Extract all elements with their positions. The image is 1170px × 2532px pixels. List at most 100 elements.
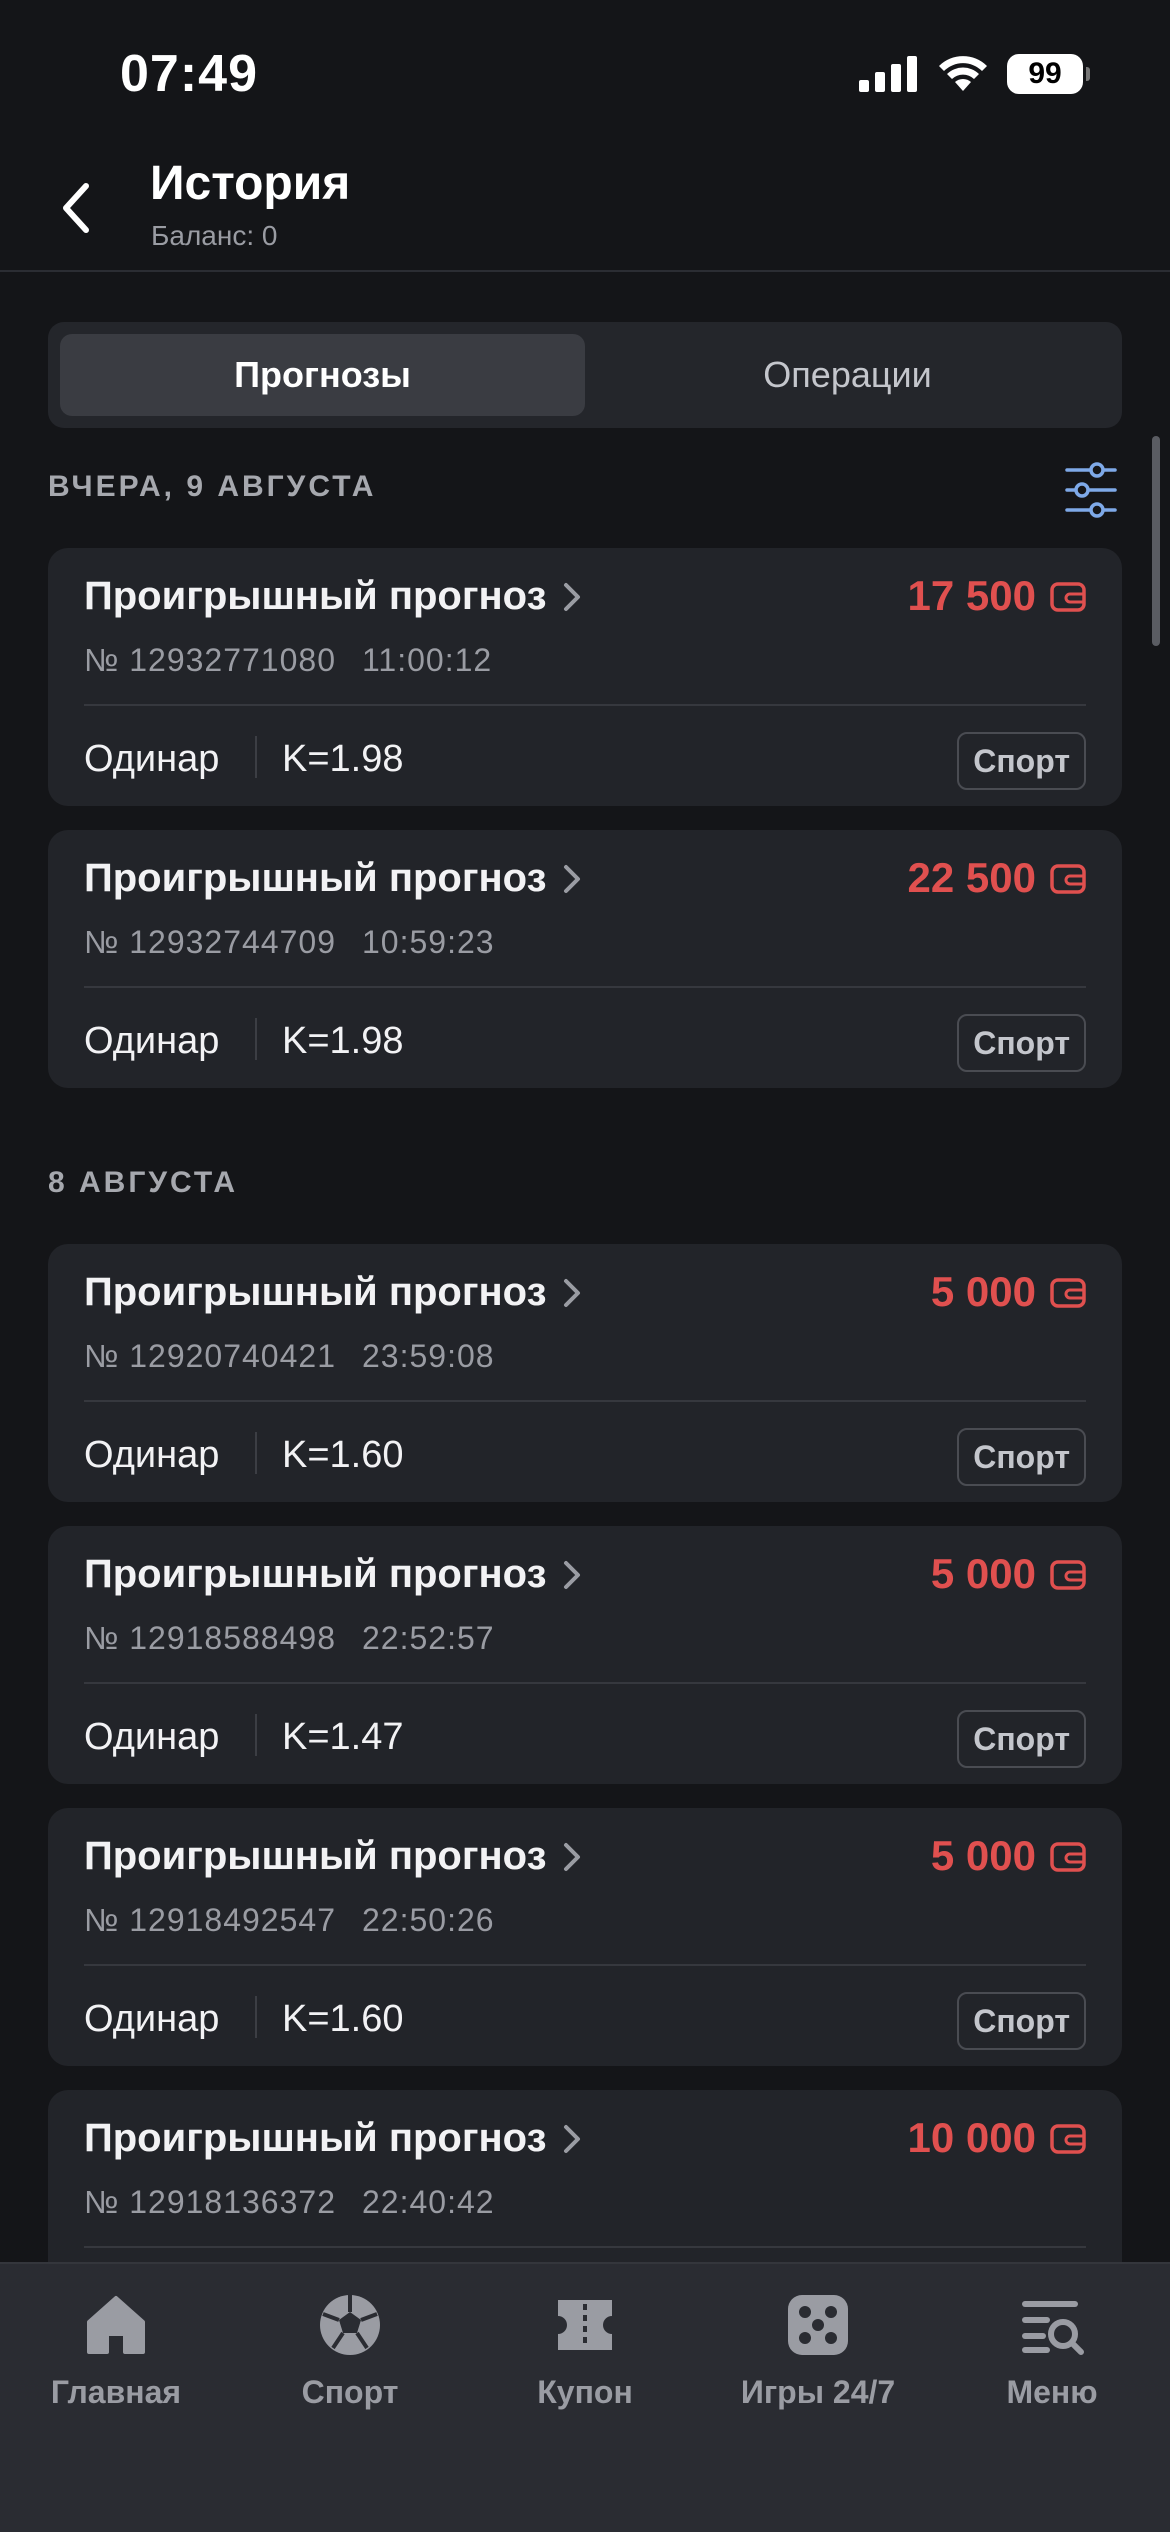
chevron-right-icon	[564, 1560, 581, 1589]
bet-time: 22:40:42	[361, 2184, 495, 2220]
nav-item-coupon[interactable]: Купон	[485, 2290, 685, 2411]
section-date-header: ВЧЕРА, 9 АВГУСТА	[48, 470, 377, 503]
wallet-icon	[1050, 2124, 1086, 2154]
status-bar: 07:49 99	[0, 0, 1170, 140]
bet-amount-value: 22 500	[907, 854, 1036, 901]
back-button[interactable]	[50, 176, 106, 240]
bet-type: Одинар	[84, 1716, 220, 1758]
bet-title: Проигрышный прогноз	[84, 856, 584, 901]
nav-label: Купон	[537, 2374, 633, 2410]
bet-title-text: Проигрышный прогноз	[84, 1270, 547, 1314]
nav-item-home[interactable]: Главная	[16, 2290, 216, 2411]
divider	[84, 1682, 1086, 1684]
bet-card[interactable]: Проигрышный прогноз 5 000 № 12918588498 2…	[48, 1526, 1122, 1784]
separator	[255, 1714, 257, 1756]
chevron-left-icon	[63, 183, 89, 233]
wallet-icon	[1050, 1842, 1086, 1872]
bet-meta: № 12932744709 10:59:23	[84, 924, 495, 961]
wallet-icon	[1050, 582, 1086, 612]
balance-label: Баланс: 0	[151, 220, 278, 251]
separator	[255, 1432, 257, 1474]
bet-amount-value: 5 000	[930, 1268, 1036, 1315]
soccer-ball-icon	[320, 2295, 380, 2355]
bet-amount-value: 10 000	[907, 2114, 1036, 2161]
bet-title-text: Проигрышный прогноз	[84, 1834, 547, 1878]
nav-item-menu[interactable]: Меню	[952, 2290, 1152, 2411]
bet-time: 23:59:08	[361, 1338, 495, 1374]
bet-meta: № 12918588498 22:52:57	[84, 1620, 495, 1657]
bet-number: № 12932744709	[84, 924, 336, 960]
nav-label: Меню	[1006, 2374, 1098, 2410]
nav-item-sport[interactable]: Спорт	[250, 2290, 450, 2411]
bet-amount: 5 000	[931, 1550, 1086, 1598]
bet-title: Проигрышный прогноз	[84, 1834, 584, 1879]
category-badge: Спорт	[957, 1992, 1086, 2050]
divider	[84, 1964, 1086, 1966]
category-badge: Спорт	[957, 1014, 1086, 1072]
tabs: Прогнозы Операции	[48, 322, 1122, 428]
bet-odds: K=1.98	[282, 738, 404, 780]
divider	[84, 704, 1086, 706]
bet-card[interactable]: Проигрышный прогноз 22 500 № 12932744709…	[48, 830, 1122, 1088]
bet-number: № 12920740421	[84, 1338, 336, 1374]
divider	[84, 2246, 1086, 2248]
bet-meta: № 12918136372 22:40:42	[84, 2184, 495, 2221]
chevron-right-icon	[564, 1278, 581, 1307]
bet-number: № 12932771080	[84, 642, 336, 678]
bet-card[interactable]: Проигрышный прогноз 5 000 № 12920740421 2…	[48, 1244, 1122, 1502]
bet-card[interactable]: Проигрышный прогноз 5 000 № 12918492547 2…	[48, 1808, 1122, 2066]
bet-odds: K=1.98	[282, 1020, 404, 1062]
menu-search-icon	[1022, 2301, 1084, 2355]
divider	[84, 986, 1086, 988]
bet-title-text: Проигрышный прогноз	[84, 2116, 547, 2160]
bet-title-text: Проигрышный прогноз	[84, 1552, 547, 1596]
wifi-icon	[939, 56, 987, 91]
bet-number: № 12918492547	[84, 1902, 336, 1938]
ticket-icon	[558, 2300, 612, 2350]
bet-odds: K=1.60	[282, 1998, 404, 2040]
signal-icon	[859, 56, 917, 92]
nav-item-games[interactable]: Игры 24/7	[718, 2290, 918, 2411]
status-time: 07:49	[120, 45, 258, 103]
section-date-header: 8 АВГУСТА	[48, 1166, 239, 1199]
status-icons: 99	[859, 54, 1090, 94]
home-icon	[87, 2296, 145, 2354]
chevron-right-icon	[564, 1842, 581, 1871]
wallet-icon	[1050, 864, 1086, 894]
filter-button[interactable]	[1064, 460, 1118, 520]
tab-forecasts[interactable]: Прогнозы	[60, 334, 585, 416]
tab-operations[interactable]: Операции	[585, 334, 1110, 416]
bet-meta: № 12920740421 23:59:08	[84, 1338, 495, 1375]
scrollbar[interactable]	[1152, 436, 1160, 646]
bet-type: Одинар	[84, 1434, 220, 1476]
category-badge: Спорт	[957, 732, 1086, 790]
filter-sliders-icon	[1065, 462, 1117, 518]
bet-type: Одинар	[84, 1020, 220, 1062]
nav-label: Главная	[50, 2374, 182, 2410]
nav-label: Спорт	[301, 2374, 399, 2410]
category-badge: Спорт	[957, 1428, 1086, 1486]
bet-amount: 5 000	[931, 1832, 1086, 1880]
bet-odds: K=1.47	[282, 1716, 404, 1758]
bet-time: 11:00:12	[361, 642, 493, 678]
wallet-icon	[1050, 1560, 1086, 1590]
bet-type: Одинар	[84, 1998, 220, 2040]
battery-indicator: 99	[1007, 54, 1090, 94]
header: История Баланс: 0	[0, 140, 1170, 272]
bet-title-text: Проигрышный прогноз	[84, 856, 547, 900]
bet-time: 10:59:23	[361, 924, 495, 960]
nav-label: Игры 24/7	[740, 2374, 896, 2410]
separator	[255, 1996, 257, 2038]
bet-title: Проигрышный прогноз	[84, 1270, 584, 1315]
bet-amount: 10 000	[908, 2114, 1086, 2162]
separator	[255, 736, 257, 778]
bet-amount: 17 500	[908, 572, 1086, 620]
bet-number: № 12918588498	[84, 1620, 336, 1656]
dice-icon	[788, 2295, 848, 2355]
bet-card[interactable]: Проигрышный прогноз 17 500 № 12932771080…	[48, 548, 1122, 806]
bottom-nav: Главная Спорт Купон Игры 24/7 Меню	[0, 2262, 1170, 2532]
battery-level: 99	[1007, 54, 1083, 94]
page-title: История	[150, 157, 351, 210]
divider	[84, 1400, 1086, 1402]
bet-time: 22:52:57	[361, 1620, 495, 1656]
